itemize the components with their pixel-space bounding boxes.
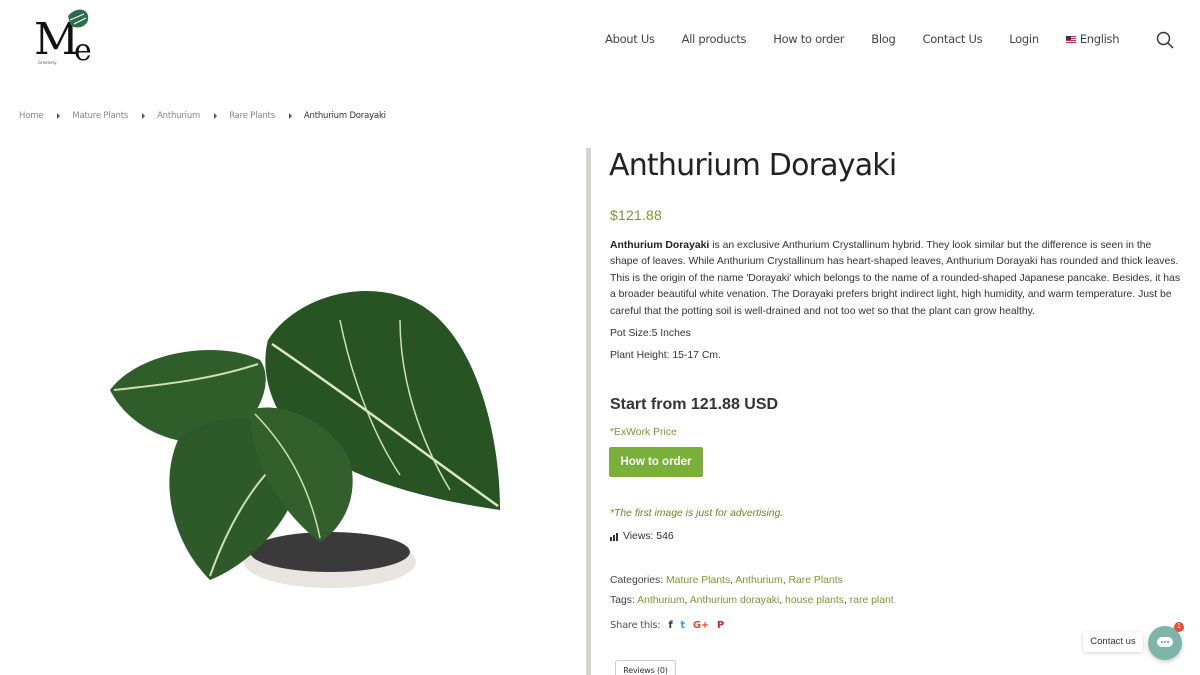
pinterest-icon[interactable]: P — [717, 620, 724, 631]
categories-label: Categories: — [610, 575, 664, 586]
main-nav: About Us All products How to order Blog … — [605, 32, 1146, 46]
breadcrumb-anthurium[interactable]: Anthurium — [157, 111, 200, 121]
exwork-note: *ExWork Price — [610, 427, 677, 438]
plant-height: Plant Height: 15-17 Cm. — [610, 350, 721, 361]
notification-badge: 1 — [1174, 622, 1184, 632]
breadcrumb-current: Anthurium Dorayaki — [303, 111, 386, 121]
search-icon[interactable] — [1156, 31, 1174, 49]
breadcrumb-separator-icon — [57, 113, 61, 119]
facebook-icon[interactable]: f — [668, 620, 672, 631]
bar-chart-icon — [610, 532, 618, 541]
share-bar: Share this: f t G+ P — [610, 620, 724, 631]
share-label: Share this: — [610, 620, 661, 631]
nav-contact-us[interactable]: Contact Us — [922, 32, 982, 46]
views-counter: Views: 546 — [610, 531, 674, 542]
start-price: Start from 121.88 USD — [610, 396, 779, 413]
breadcrumb-separator-icon — [214, 113, 218, 119]
product-price: $121.88 — [610, 207, 663, 223]
views-label: Views: 546 — [623, 531, 674, 542]
tag-link[interactable]: Anthurium dorayaki — [690, 595, 780, 606]
pot-size: Pot Size:5 Inches — [610, 328, 691, 339]
advertising-note: *The first image is just for advertising… — [610, 508, 784, 519]
site-logo[interactable]: M e Greenery — [30, 6, 100, 68]
breadcrumb-home[interactable]: Home — [19, 111, 44, 121]
nav-login[interactable]: Login — [1009, 32, 1039, 46]
nav-blog[interactable]: Blog — [871, 32, 896, 46]
category-link[interactable]: Anthurium — [735, 575, 782, 586]
breadcrumb-separator-icon — [288, 113, 292, 119]
google-plus-icon[interactable]: G+ — [693, 620, 709, 631]
tags-label: Tags: — [610, 595, 635, 606]
breadcrumb: Home Mature Plants Anthurium Rare Plants… — [19, 111, 386, 121]
twitter-icon[interactable]: t — [680, 620, 685, 631]
chat-icon — [1157, 637, 1173, 647]
language-label: English — [1079, 32, 1120, 46]
product-description: Anthurium Dorayaki is an exclusive Anthu… — [610, 238, 1182, 320]
category-link[interactable]: Rare Plants — [788, 575, 842, 586]
description-product-name: Anthurium Dorayaki — [610, 240, 710, 251]
product-image[interactable] — [100, 280, 510, 600]
tag-link[interactable]: rare plant — [850, 595, 894, 606]
tab-reviews[interactable]: Reviews (0) — [615, 660, 676, 675]
language-selector[interactable]: English — [1065, 32, 1120, 46]
nav-how-to-order[interactable]: How to order — [773, 32, 844, 46]
category-link[interactable]: Mature Plants — [666, 575, 730, 586]
contact-us-label[interactable]: Contact us — [1083, 632, 1143, 652]
tag-link[interactable]: house plants — [785, 595, 844, 606]
how-to-order-button[interactable]: How to order — [609, 447, 703, 477]
nav-all-products[interactable]: All products — [682, 32, 747, 46]
svg-text:Greenery: Greenery — [38, 60, 57, 65]
breadcrumb-rare-plants[interactable]: Rare Plants — [229, 111, 275, 121]
breadcrumb-mature-plants[interactable]: Mature Plants — [72, 111, 128, 121]
svg-text:e: e — [74, 33, 92, 68]
tags: Tags: Anthurium, Anthurium dorayaki, hou… — [610, 595, 894, 606]
us-flag-icon — [1065, 35, 1076, 43]
description-text: is an exclusive Anthurium Crystallinum h… — [610, 240, 1181, 317]
divider — [586, 148, 591, 675]
product-title: Anthurium Dorayaki — [609, 148, 897, 183]
breadcrumb-separator-icon — [142, 113, 146, 119]
nav-about-us[interactable]: About Us — [605, 32, 655, 46]
categories: Categories: Mature Plants, Anthurium, Ra… — [610, 575, 843, 586]
tag-link[interactable]: Anthurium — [637, 595, 684, 606]
